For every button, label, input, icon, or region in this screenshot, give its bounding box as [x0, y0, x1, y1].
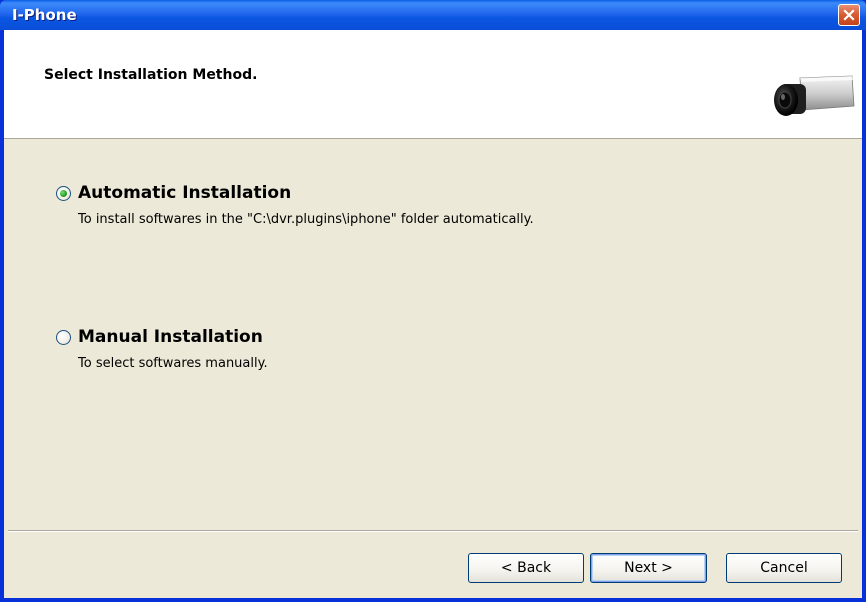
- dialog-body: Select Installation Method. Automatic In…: [4, 30, 862, 598]
- automatic-label[interactable]: Automatic Installation: [78, 183, 291, 203]
- automatic-radio[interactable]: [56, 186, 71, 201]
- manual-radio[interactable]: [56, 330, 71, 345]
- page-title: Select Installation Method.: [44, 67, 258, 83]
- cancel-button[interactable]: Cancel: [726, 553, 842, 583]
- automatic-description: To install softwares in the "C:\dvr.plug…: [78, 212, 534, 227]
- back-button[interactable]: < Back: [468, 553, 584, 583]
- installer-window: I-Phone Select Installation Method. Auto…: [0, 0, 866, 602]
- footer-divider: [8, 530, 858, 532]
- manual-description: To select softwares manually.: [78, 356, 268, 371]
- window-title: I-Phone: [12, 6, 77, 24]
- close-icon: [843, 9, 855, 21]
- security-camera-icon: [774, 75, 855, 116]
- wizard-header: Select Installation Method.: [4, 30, 862, 139]
- title-bar[interactable]: I-Phone: [0, 0, 866, 30]
- manual-label[interactable]: Manual Installation: [78, 327, 263, 347]
- close-button[interactable]: [838, 4, 860, 26]
- next-button[interactable]: Next >: [590, 553, 707, 583]
- radio-selected-dot: [60, 190, 67, 197]
